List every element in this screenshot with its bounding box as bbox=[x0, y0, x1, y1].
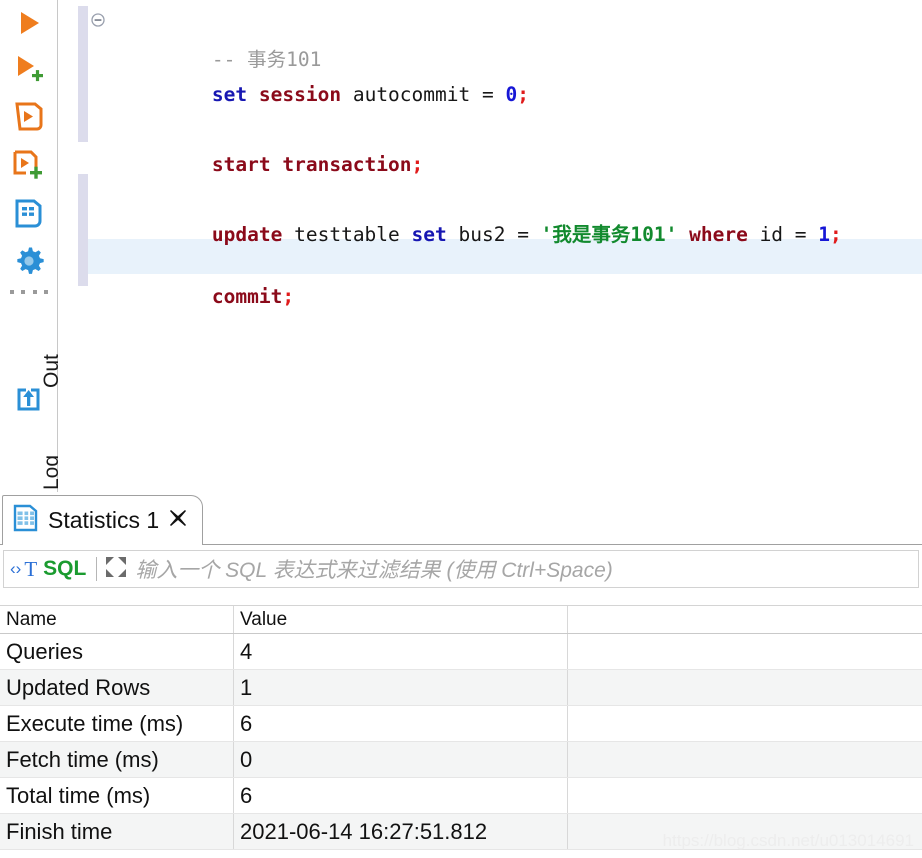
code-line-commit[interactable]: commit; bbox=[118, 244, 294, 308]
cell-value[interactable]: 6 bbox=[234, 778, 568, 813]
drag-dot bbox=[21, 290, 26, 294]
script-execute-icon bbox=[14, 101, 44, 133]
gear-icon bbox=[14, 246, 44, 276]
code-token-keyword: update bbox=[211, 223, 283, 246]
drag-dots-handle[interactable] bbox=[10, 288, 48, 296]
drag-dot bbox=[43, 290, 48, 294]
code-token-identifier: testtable bbox=[282, 223, 412, 246]
code-token-identifier: autocommit = bbox=[341, 83, 506, 106]
code-lines-container[interactable]: -- 事务101 set session autocommit = 0; sta… bbox=[58, 0, 922, 492]
script-execute-plus-icon bbox=[13, 149, 44, 181]
sql-code-editor[interactable]: -- 事务101 set session autocommit = 0; sta… bbox=[58, 0, 922, 492]
play-plus-icon bbox=[14, 54, 44, 84]
execute-sql-new-tab-button[interactable] bbox=[0, 48, 57, 90]
cell-name[interactable]: Fetch time (ms) bbox=[0, 742, 234, 777]
sql-filter-badge[interactable]: ‹› T SQL bbox=[10, 557, 86, 582]
code-token-number: 0 bbox=[505, 83, 518, 106]
code-token-semicolon: ; bbox=[830, 223, 842, 246]
table-header-row: Name Value bbox=[0, 606, 922, 634]
expand-arrows-icon[interactable] bbox=[105, 556, 127, 583]
execute-sql-statement-button[interactable] bbox=[0, 2, 57, 44]
cell-extra[interactable] bbox=[568, 778, 922, 813]
table-row[interactable]: Execute time (ms) 6 bbox=[0, 706, 922, 742]
code-line-comment[interactable]: -- 事务101 bbox=[118, 7, 321, 71]
export-output-icon bbox=[15, 386, 42, 413]
filter-divider bbox=[96, 557, 98, 581]
code-token-semicolon: ; bbox=[517, 83, 529, 106]
cell-value[interactable]: 1 bbox=[234, 670, 568, 705]
drag-dot bbox=[32, 290, 37, 294]
cell-value[interactable]: 6 bbox=[234, 706, 568, 741]
code-token-semicolon: ; bbox=[282, 285, 295, 308]
code-line-update[interactable]: update testtable set bus2 = '我是事务101' wh… bbox=[118, 182, 842, 246]
code-token-string: '我是事务101' bbox=[540, 223, 678, 246]
play-icon bbox=[16, 9, 42, 37]
cell-extra[interactable] bbox=[568, 670, 922, 705]
cell-extra[interactable] bbox=[568, 814, 922, 849]
code-token-identifier: id = bbox=[747, 223, 819, 246]
code-chevrons-icon: ‹› bbox=[10, 559, 22, 578]
cell-value[interactable]: 0 bbox=[234, 742, 568, 777]
column-header-extra[interactable] bbox=[568, 606, 922, 633]
column-header-value[interactable]: Value bbox=[234, 606, 568, 633]
code-token-number: 1 bbox=[818, 223, 831, 246]
dbeaver-sql-editor-window: Out Log -- 事务101 set session autocommit … bbox=[0, 0, 922, 858]
cell-name[interactable]: Total time (ms) bbox=[0, 778, 234, 813]
execute-script-button[interactable] bbox=[0, 96, 57, 138]
explain-execution-plan-button[interactable] bbox=[0, 192, 57, 234]
statistics-table[interactable]: Name Value Queries 4 Updated Rows 1 Exec… bbox=[0, 605, 922, 858]
code-token-keyword: session bbox=[258, 83, 342, 106]
table-row[interactable]: Updated Rows 1 bbox=[0, 670, 922, 706]
execution-plan-icon bbox=[14, 198, 44, 229]
sql-filter-label: SQL bbox=[43, 557, 87, 580]
cell-extra[interactable] bbox=[568, 742, 922, 777]
code-token-keyword: commit bbox=[211, 285, 283, 308]
results-tabstrip: Statistics 1 bbox=[0, 492, 922, 545]
execute-script-new-tab-button[interactable] bbox=[0, 144, 57, 186]
tab-statistics-label: Statistics 1 bbox=[48, 507, 160, 533]
cell-extra[interactable] bbox=[568, 634, 922, 669]
table-row[interactable]: Fetch time (ms) 0 bbox=[0, 742, 922, 778]
table-row[interactable]: Finish time 2021-06-14 16:27:51.812 bbox=[0, 814, 922, 850]
cell-value[interactable]: 4 bbox=[234, 634, 568, 669]
export-output-button[interactable] bbox=[0, 378, 57, 420]
column-header-name[interactable]: Name bbox=[0, 606, 234, 633]
code-token-keyword: where bbox=[689, 223, 748, 246]
text-t-icon: T bbox=[24, 556, 38, 581]
sql-filter-input[interactable]: 输入一个 SQL 表达式来过滤结果 (使用 Ctrl+Space) bbox=[135, 554, 612, 584]
code-token-keyword: set bbox=[211, 83, 248, 106]
results-panel: Statistics 1 ‹› T SQL 输入一个 SQL 表达式来过滤结果 … bbox=[0, 492, 922, 858]
cell-value[interactable]: 2021-06-14 16:27:51.812 bbox=[234, 814, 568, 849]
sql-editor-left-toolbar: Out Log bbox=[0, 0, 63, 492]
tab-statistics[interactable]: Statistics 1 bbox=[2, 495, 204, 545]
code-line-set-autocommit[interactable]: set session autocommit = 0; bbox=[118, 42, 529, 106]
cell-name[interactable]: Queries bbox=[0, 634, 234, 669]
cell-name[interactable]: Updated Rows bbox=[0, 670, 234, 705]
drag-dot bbox=[10, 290, 14, 294]
cell-extra[interactable] bbox=[568, 706, 922, 741]
sql-editor-settings-button[interactable] bbox=[0, 240, 57, 282]
cell-name[interactable]: Execute time (ms) bbox=[0, 706, 234, 741]
grid-table-icon bbox=[13, 504, 39, 537]
code-token-identifier: bus2 = bbox=[446, 223, 541, 246]
code-token-semicolon: ; bbox=[411, 153, 424, 176]
close-icon[interactable] bbox=[168, 508, 188, 533]
table-row[interactable]: Total time (ms) 6 bbox=[0, 778, 922, 814]
cell-name[interactable]: Finish time bbox=[0, 814, 234, 849]
code-token-keyword: set bbox=[411, 223, 447, 246]
table-row[interactable]: Queries 4 bbox=[0, 634, 922, 670]
code-token-keyword: start transaction bbox=[211, 153, 412, 176]
sql-filter-bar[interactable]: ‹› T SQL 输入一个 SQL 表达式来过滤结果 (使用 Ctrl+Spac… bbox=[3, 550, 919, 588]
code-line-start-transaction[interactable]: start transaction; bbox=[118, 112, 423, 176]
